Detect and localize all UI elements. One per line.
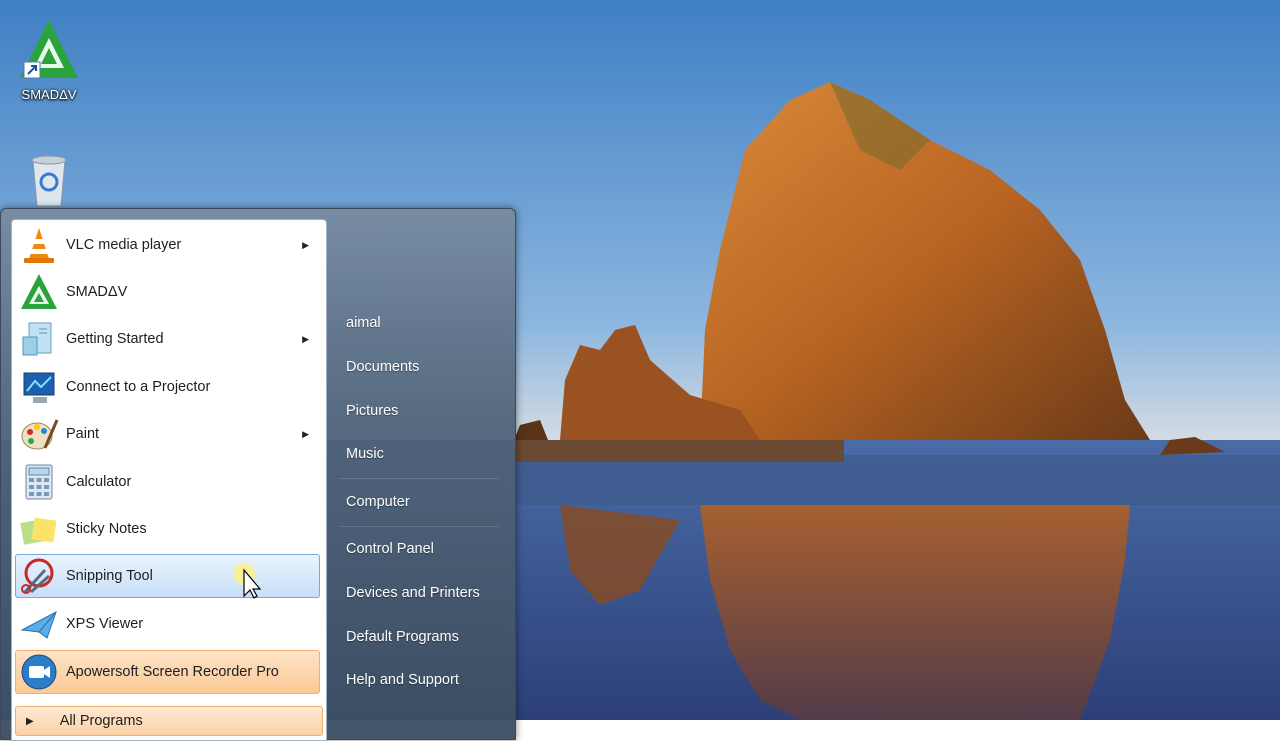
program-smadav[interactable]: SMADΔV [15,270,320,314]
program-calculator[interactable]: Calculator [15,460,320,504]
right-item-pictures[interactable]: Pictures [346,403,398,419]
program-xps-viewer[interactable]: XPS Viewer [15,602,320,646]
paint-palette-icon [19,414,59,454]
program-snipping-tool[interactable]: Snipping Tool [15,554,320,598]
sticky-notes-icon [19,509,59,549]
program-paint[interactable]: Paint ▶ [15,412,320,456]
program-label: SMADΔV [66,284,128,300]
calculator-icon [19,462,59,502]
submenu-arrow-icon[interactable]: ▶ [302,429,309,440]
right-item-help-and-support[interactable]: Help and Support [346,672,459,688]
separator [339,526,499,527]
all-programs-label: All Programs [59,713,143,729]
getting-started-icon [19,319,59,359]
program-label: Paint [66,426,100,442]
projector-icon [19,367,59,407]
right-item-computer[interactable]: Computer [346,494,410,510]
right-item-default-programs[interactable]: Default Programs [346,629,459,645]
program-label: Snipping Tool [66,568,153,584]
desktop-icon-label: SMADΔV [21,87,77,102]
desktop-icon-smadav[interactable]: SMADΔV [11,18,87,102]
recycle-bin-icon [31,155,67,207]
program-label: Connect to a Projector [66,379,211,395]
separator [339,478,499,479]
submenu-arrow-icon[interactable]: ▶ [302,334,309,345]
program-label: Calculator [66,474,132,490]
right-item-music[interactable]: Music [346,446,384,462]
scissors-icon [19,556,59,596]
desktop-icon-recycle-bin[interactable] [11,152,87,213]
mouse-cursor [232,560,262,605]
program-sticky-notes[interactable]: Sticky Notes [15,507,320,551]
right-item-devices-and-printers[interactable]: Devices and Printers [346,585,480,601]
camera-recorder-icon [19,652,59,692]
program-label: Apowersoft Screen Recorder Pro [66,664,279,680]
program-apowersoft-screen-recorder[interactable]: Apowersoft Screen Recorder Pro [15,650,320,694]
right-item-user[interactable]: aimal [346,315,381,331]
program-label: Sticky Notes [66,521,147,537]
program-getting-started[interactable]: Getting Started ▶ [15,317,320,361]
submenu-arrow-icon[interactable]: ▶ [302,240,309,251]
start-menu: VLC media player ▶ SMADΔV Getting Starte… [0,208,516,741]
program-label: XPS Viewer [66,616,144,632]
program-vlc-media-player[interactable]: VLC media player ▶ [15,223,320,267]
programs-pane: VLC media player ▶ SMADΔV Getting Starte… [11,219,327,741]
xps-viewer-icon [19,604,59,644]
program-label: VLC media player [66,237,182,253]
program-connect-to-projector[interactable]: Connect to a Projector [15,365,320,409]
smadav-icon [19,272,59,312]
smadav-icon [20,20,78,79]
vlc-cone-icon [19,225,59,265]
right-item-documents[interactable]: Documents [346,359,419,375]
right-arrow-icon: ▶ [26,715,34,727]
right-item-control-panel[interactable]: Control Panel [346,541,434,557]
all-programs-button[interactable]: ▶ All Programs [15,706,323,736]
program-label: Getting Started [66,331,164,347]
